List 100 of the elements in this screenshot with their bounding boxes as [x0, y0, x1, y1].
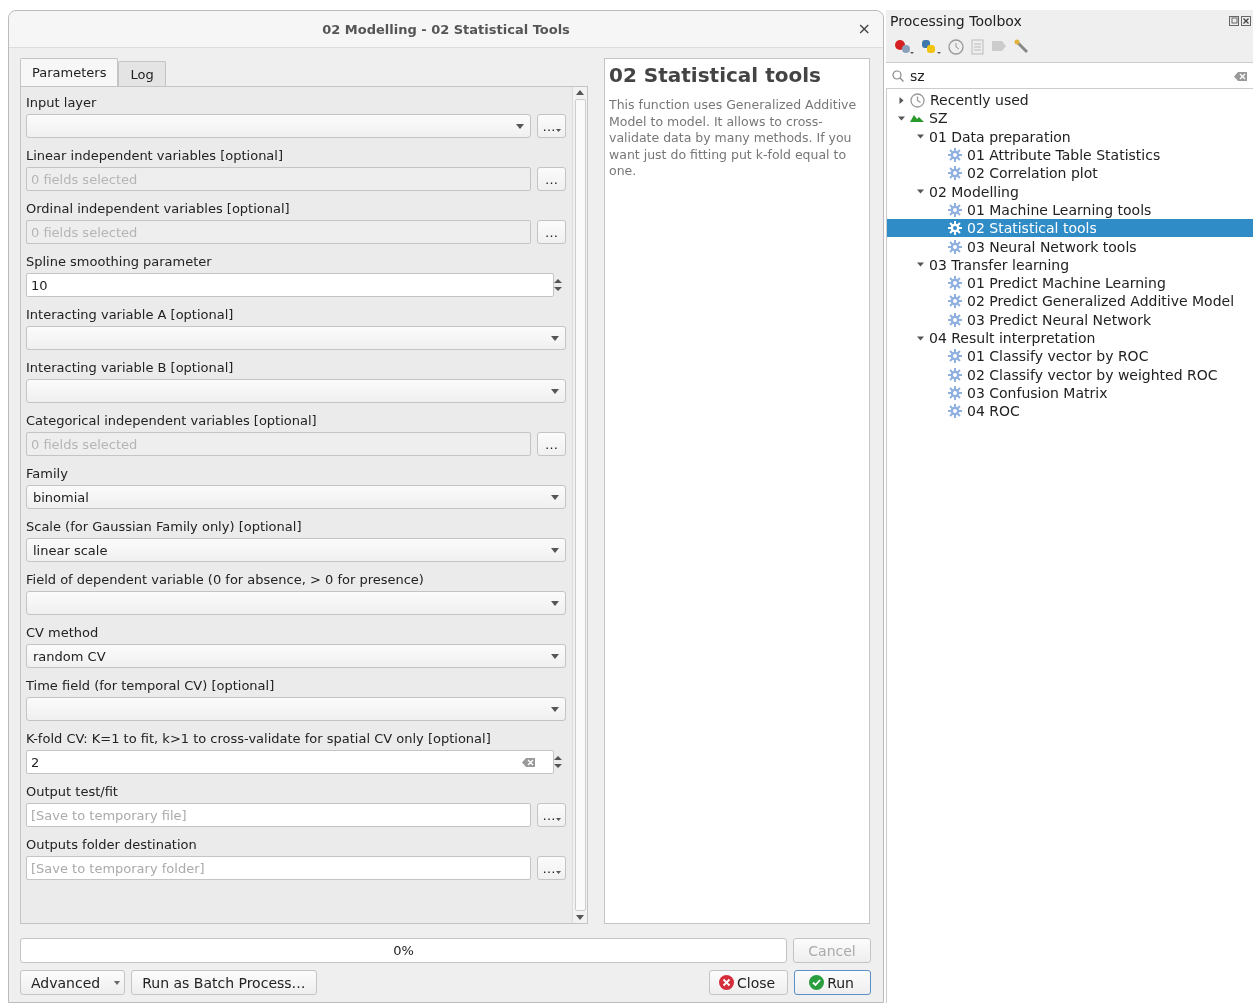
clock-icon[interactable]: [948, 39, 964, 55]
close-icon: [719, 975, 734, 990]
tab[interactable]: Parameters: [20, 58, 119, 86]
batch-button[interactable]: Run as Batch Process…: [131, 970, 317, 995]
gear-icon: [948, 367, 962, 382]
window-title: 02 Modelling - 02 Statistical Tools: [322, 21, 570, 37]
dropdown-arrow-icon: [551, 653, 559, 659]
expand-arrow-icon[interactable]: [917, 133, 924, 141]
gear-icon: [948, 202, 962, 217]
dropdown[interactable]: random CV: [26, 644, 566, 668]
caret-icon: [555, 817, 561, 821]
collapse-arrow-icon[interactable]: [898, 96, 905, 104]
parameter-label: Input layer: [26, 94, 98, 112]
select-button[interactable]: …: [537, 432, 566, 456]
tree-item[interactable]: 01 Attribute Table Statistics: [887, 145, 1253, 165]
mountain-icon: [910, 114, 924, 123]
number-field[interactable]: 2: [26, 750, 554, 774]
expand-arrow-icon[interactable]: [917, 261, 924, 269]
gear-icon: [948, 148, 962, 163]
dropdown-arrow-icon: [551, 494, 559, 500]
tree-item[interactable]: 01 Data preparation: [887, 127, 1253, 146]
parameter-label: Categorical independent variables [optional]: [26, 412, 318, 430]
gear-icon: [948, 276, 962, 291]
parameter-label: Scale (for Gaussian Family only) [optional]: [26, 518, 303, 536]
panel-title: Processing Toolbox: [890, 13, 1022, 29]
dropdown-arrow-icon: [516, 123, 524, 129]
browse-button[interactable]: …: [537, 114, 566, 138]
gear-icon: [948, 294, 962, 309]
tree-item[interactable]: 02 Classify vector by weighted ROC: [887, 365, 1253, 384]
tree-item[interactable]: 03 Confusion Matrix: [887, 383, 1253, 403]
tree-item[interactable]: 02 Statistical tools: [887, 219, 1253, 238]
caret-icon: [555, 870, 561, 874]
parameter-label: CV method: [26, 624, 100, 642]
gears-icon[interactable]: [894, 39, 914, 55]
gear-icon: [948, 349, 962, 364]
tree-item[interactable]: 02 Predict Generalized Additive Model: [887, 292, 1253, 311]
gear-icon: [948, 385, 962, 400]
tree-item[interactable]: 04 ROC: [887, 402, 1253, 421]
run-button[interactable]: Run: [794, 970, 871, 995]
gear-icon: [948, 239, 962, 254]
parameter-label: Family: [26, 465, 69, 483]
dropdown[interactable]: linear scale: [26, 538, 566, 562]
select-button[interactable]: …: [537, 220, 566, 244]
scroll-down-icon[interactable]: [576, 915, 584, 920]
dropdown-arrow-icon: [551, 388, 559, 394]
scrollbar[interactable]: [572, 87, 587, 923]
check-icon: [809, 975, 825, 990]
caret-icon: [114, 980, 121, 985]
close-button[interactable]: ×: [857, 19, 871, 38]
help-title: 02 Statistical tools: [609, 63, 822, 87]
close-icon[interactable]: [1241, 16, 1251, 26]
python-icon[interactable]: [921, 39, 941, 55]
gear-icon: [948, 221, 962, 236]
float-icon[interactable]: [1229, 16, 1239, 26]
number-field[interactable]: 10: [26, 273, 554, 297]
clear-icon[interactable]: [522, 757, 535, 767]
parameter-label: Ordinal independent variables [optional]: [26, 200, 291, 218]
parameter-label: Interacting variable B [optional]: [26, 359, 235, 377]
parameter-label: Time field (for temporal CV) [optional]: [26, 677, 276, 695]
parameter-label: Linear independent variables [optional]: [26, 147, 285, 165]
search-icon: [892, 70, 904, 82]
gear-icon: [948, 404, 962, 419]
parameter-label: K-fold CV: K=1 to fit, k>1 to cross-validate for spatial CV only [optional]: [26, 730, 492, 748]
clear-icon: [1234, 71, 1247, 81]
browse-button[interactable]: …: [537, 803, 566, 827]
tree-item[interactable]: 02 Modelling: [887, 182, 1253, 201]
close-dialog-button[interactable]: Close: [709, 970, 789, 995]
tree-item[interactable]: 01 Machine Learning tools: [887, 200, 1253, 220]
tab[interactable]: Log: [118, 61, 166, 86]
clock-icon: [910, 92, 925, 108]
parameter-label: Outputs folder destination: [26, 836, 198, 854]
search-field[interactable]: sz: [886, 64, 1253, 89]
tree-item[interactable]: 04 Result interpretation: [887, 328, 1253, 348]
tree-item[interactable]: 03 Neural Network tools: [887, 237, 1253, 256]
dropdown-arrow-icon: [551, 600, 559, 606]
tree-item[interactable]: 01 Classify vector by ROC: [887, 347, 1253, 366]
tree-item[interactable]: 03 Transfer learning: [887, 255, 1253, 274]
caret-icon: [555, 128, 561, 132]
help-text: This function uses Generalized Additive Model to model. It allows to cross-validate data by many methods. If you want just do fitting put k-fold equal to one.: [609, 97, 858, 180]
browse-button[interactable]: …: [537, 856, 566, 880]
parameter-label: Spline smoothing parameter: [26, 253, 213, 271]
scroll-up-icon[interactable]: [576, 90, 584, 95]
tree-item[interactable]: 02 Correlation plot: [887, 164, 1253, 183]
advanced-button[interactable]: Advanced: [20, 970, 126, 995]
tree-item[interactable]: 03 Predict Neural Network: [887, 310, 1253, 329]
select-button[interactable]: …: [537, 167, 566, 191]
expand-arrow-icon[interactable]: [898, 114, 905, 122]
expand-arrow-icon[interactable]: [917, 334, 924, 342]
tree-item[interactable]: 01 Predict Machine Learning: [887, 273, 1253, 293]
tree-item[interactable]: Recently used: [887, 91, 1253, 110]
parameter-label: Output test/fit: [26, 783, 119, 801]
parameter-label: Field of dependent variable (0 for absence, > 0 for presence): [26, 571, 425, 589]
expand-arrow-icon[interactable]: [917, 188, 924, 196]
progress-text: 0%: [393, 943, 414, 958]
wrench-icon[interactable]: [1014, 39, 1030, 55]
tree-item[interactable]: SZ: [887, 109, 1253, 128]
dropdown[interactable]: binomial: [26, 485, 566, 509]
gear-icon: [948, 312, 962, 327]
gear-icon: [948, 166, 962, 181]
dropdown-arrow-icon: [551, 335, 559, 341]
